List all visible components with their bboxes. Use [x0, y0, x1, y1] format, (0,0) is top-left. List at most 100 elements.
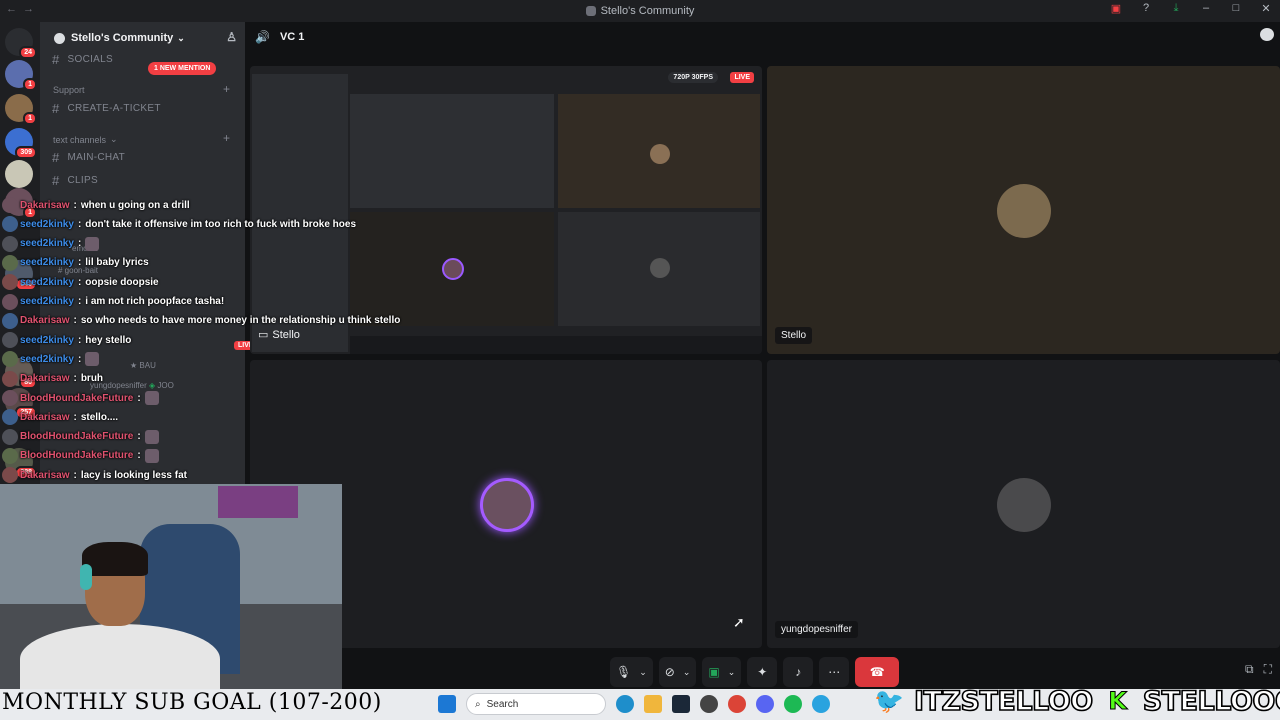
- obs-icon[interactable]: [700, 695, 718, 713]
- chat-username: BloodHoundJakeFuture: [20, 431, 134, 443]
- chat-username: Dakarisaw: [20, 469, 70, 481]
- chat-separator: :: [77, 334, 82, 346]
- chat-message: seed2kinky: don't take it offensive im to…: [0, 215, 356, 233]
- server-icon[interactable]: 1: [5, 60, 37, 91]
- chat-message: seed2kinky: hey stello: [0, 331, 131, 349]
- webcam-tv: [218, 486, 298, 518]
- add-member-icon[interactable]: ♙: [226, 30, 237, 44]
- stream-chat-overlay: Dakarisaw: when u going on a drill seed2ki…: [0, 196, 420, 486]
- channel-socials[interactable]: # SOCIALS: [52, 52, 113, 67]
- chat-text: when u going on a drill: [80, 199, 190, 211]
- twitter-handle: ITZSTELLOO: [913, 685, 1094, 718]
- help-icon[interactable]: ?: [1138, 2, 1154, 15]
- chat-text: don't take it offensive im too rich to f…: [85, 218, 357, 230]
- chevron-down-icon: ⌄: [110, 134, 118, 144]
- view-controls: ⧉ ⛶: [1245, 662, 1272, 677]
- new-mention-badge[interactable]: 1 NEW MENTION: [148, 62, 217, 75]
- emote-icon: [85, 352, 100, 367]
- participant-tile-yungdopesniffer[interactable]: yungdopesniffer: [767, 360, 1280, 648]
- spotify-icon[interactable]: [784, 695, 802, 713]
- more-options-button[interactable]: ⋯: [819, 657, 850, 687]
- chat-message: seed2kinky: i am not rich poopface tasha!: [0, 293, 224, 311]
- chat-separator: :: [77, 238, 82, 250]
- server-icon[interactable]: [5, 160, 33, 188]
- direct-messages-icon[interactable]: 24: [5, 28, 37, 59]
- discord-icon[interactable]: [756, 695, 774, 713]
- participant-tile-stello[interactable]: Stello: [767, 66, 1280, 354]
- chat-text: oopsie doopsie: [85, 276, 159, 288]
- chat-username: seed2kinky: [20, 276, 74, 288]
- back-forward-icons[interactable]: ←→: [6, 3, 40, 15]
- category-support[interactable]: Support: [53, 85, 85, 95]
- chat-separator: :: [137, 392, 141, 404]
- social-handles-overlay: 🐦 ITZSTELLOO K STELLOOO: [872, 683, 1280, 719]
- add-channel-icon[interactable]: +: [223, 82, 230, 96]
- mouse-cursor-icon: ➚: [733, 614, 745, 630]
- hash-icon: #: [52, 150, 60, 165]
- windows-start-icon[interactable]: [438, 695, 456, 713]
- camera-off-button[interactable]: ⊘ ⌄: [658, 657, 697, 687]
- guild-icon: [54, 32, 65, 44]
- fullscreen-icon[interactable]: ⛶: [1264, 662, 1272, 677]
- chat-avatar: [2, 351, 18, 368]
- more-icon: ⋯: [828, 665, 841, 679]
- channel-clips[interactable]: # CLIPS: [52, 173, 98, 188]
- activities-button[interactable]: ✦: [747, 657, 778, 687]
- download-icon[interactable]: ⤓: [1168, 2, 1184, 15]
- stream-mini-cell: [350, 94, 554, 208]
- soundboard-button[interactable]: ♪: [783, 657, 814, 687]
- close-icon[interactable]: ✕: [1258, 2, 1274, 15]
- screen-share-button[interactable]: ▣ ⌄: [702, 657, 742, 687]
- chat-text: so who needs to have more money in the r…: [80, 315, 401, 327]
- chat-separator: :: [77, 353, 82, 365]
- chat-text: hey stello: [85, 334, 132, 346]
- add-channel-icon[interactable]: +: [223, 131, 230, 145]
- server-icon[interactable]: 1: [5, 94, 37, 125]
- edge-icon[interactable]: [616, 695, 634, 713]
- hash-icon: #: [52, 52, 60, 67]
- maximize-icon[interactable]: □: [1228, 2, 1244, 15]
- minimize-icon[interactable]: –: [1198, 2, 1214, 15]
- emote-icon: [144, 391, 159, 405]
- chat-message: Dakarisaw: stello....: [0, 408, 118, 426]
- badge: 1: [23, 78, 37, 91]
- emote-icon: [144, 448, 159, 463]
- chat-username: Dakarisaw: [20, 315, 70, 327]
- server-header[interactable]: Stello's Community ⌄ ♙: [40, 28, 245, 48]
- chat-separator: :: [137, 450, 141, 462]
- steam-icon[interactable]: [672, 695, 690, 713]
- search-label: Search: [486, 698, 519, 710]
- vc-header: 🔊 VC 1: [245, 22, 1280, 52]
- chat-message: seed2kinky: lil baby lyrics: [0, 254, 149, 272]
- chat-message: BloodHoundJakeFuture:: [0, 428, 159, 446]
- channel-create-a-ticket[interactable]: # CREATE-A-TICKET: [52, 101, 161, 116]
- chat-avatar: [2, 467, 18, 484]
- window-title-text: Stello's Community: [600, 5, 695, 17]
- taskbar-search[interactable]: ⌕ Search: [466, 693, 606, 715]
- category-label: Support: [53, 85, 85, 95]
- server-icon[interactable]: 309: [5, 128, 37, 159]
- channel-main-chat[interactable]: # MAIN-CHAT: [52, 150, 125, 165]
- participant-name: yungdopesniffer: [775, 621, 858, 638]
- file-explorer-icon[interactable]: [644, 695, 662, 713]
- chrome-icon[interactable]: [728, 695, 746, 713]
- chat-text: stello....: [80, 411, 119, 423]
- telegram-icon[interactable]: [812, 695, 830, 713]
- chat-avatar: [2, 370, 18, 387]
- channel-label: MAIN-CHAT: [67, 152, 126, 163]
- chat-bubble-icon[interactable]: [1260, 28, 1274, 41]
- popout-icon[interactable]: ⧉: [1245, 662, 1254, 677]
- badge: 24: [19, 46, 37, 59]
- hangup-icon: ☎: [869, 665, 885, 679]
- chat-separator: :: [73, 469, 77, 481]
- chat-separator: :: [73, 315, 77, 327]
- emote-icon: [85, 236, 100, 251]
- inbox-icon[interactable]: ▣: [1108, 2, 1124, 15]
- category-text-channels[interactable]: text channels ⌄: [53, 134, 118, 145]
- badge: 309: [15, 146, 37, 159]
- hash-icon: #: [52, 173, 60, 188]
- speaker-icon: 🔊: [255, 30, 270, 44]
- user-avatar: [997, 184, 1051, 238]
- microphone-button[interactable]: 🎙 ⌄: [610, 657, 653, 687]
- chat-message: seed2kinky:: [0, 235, 100, 253]
